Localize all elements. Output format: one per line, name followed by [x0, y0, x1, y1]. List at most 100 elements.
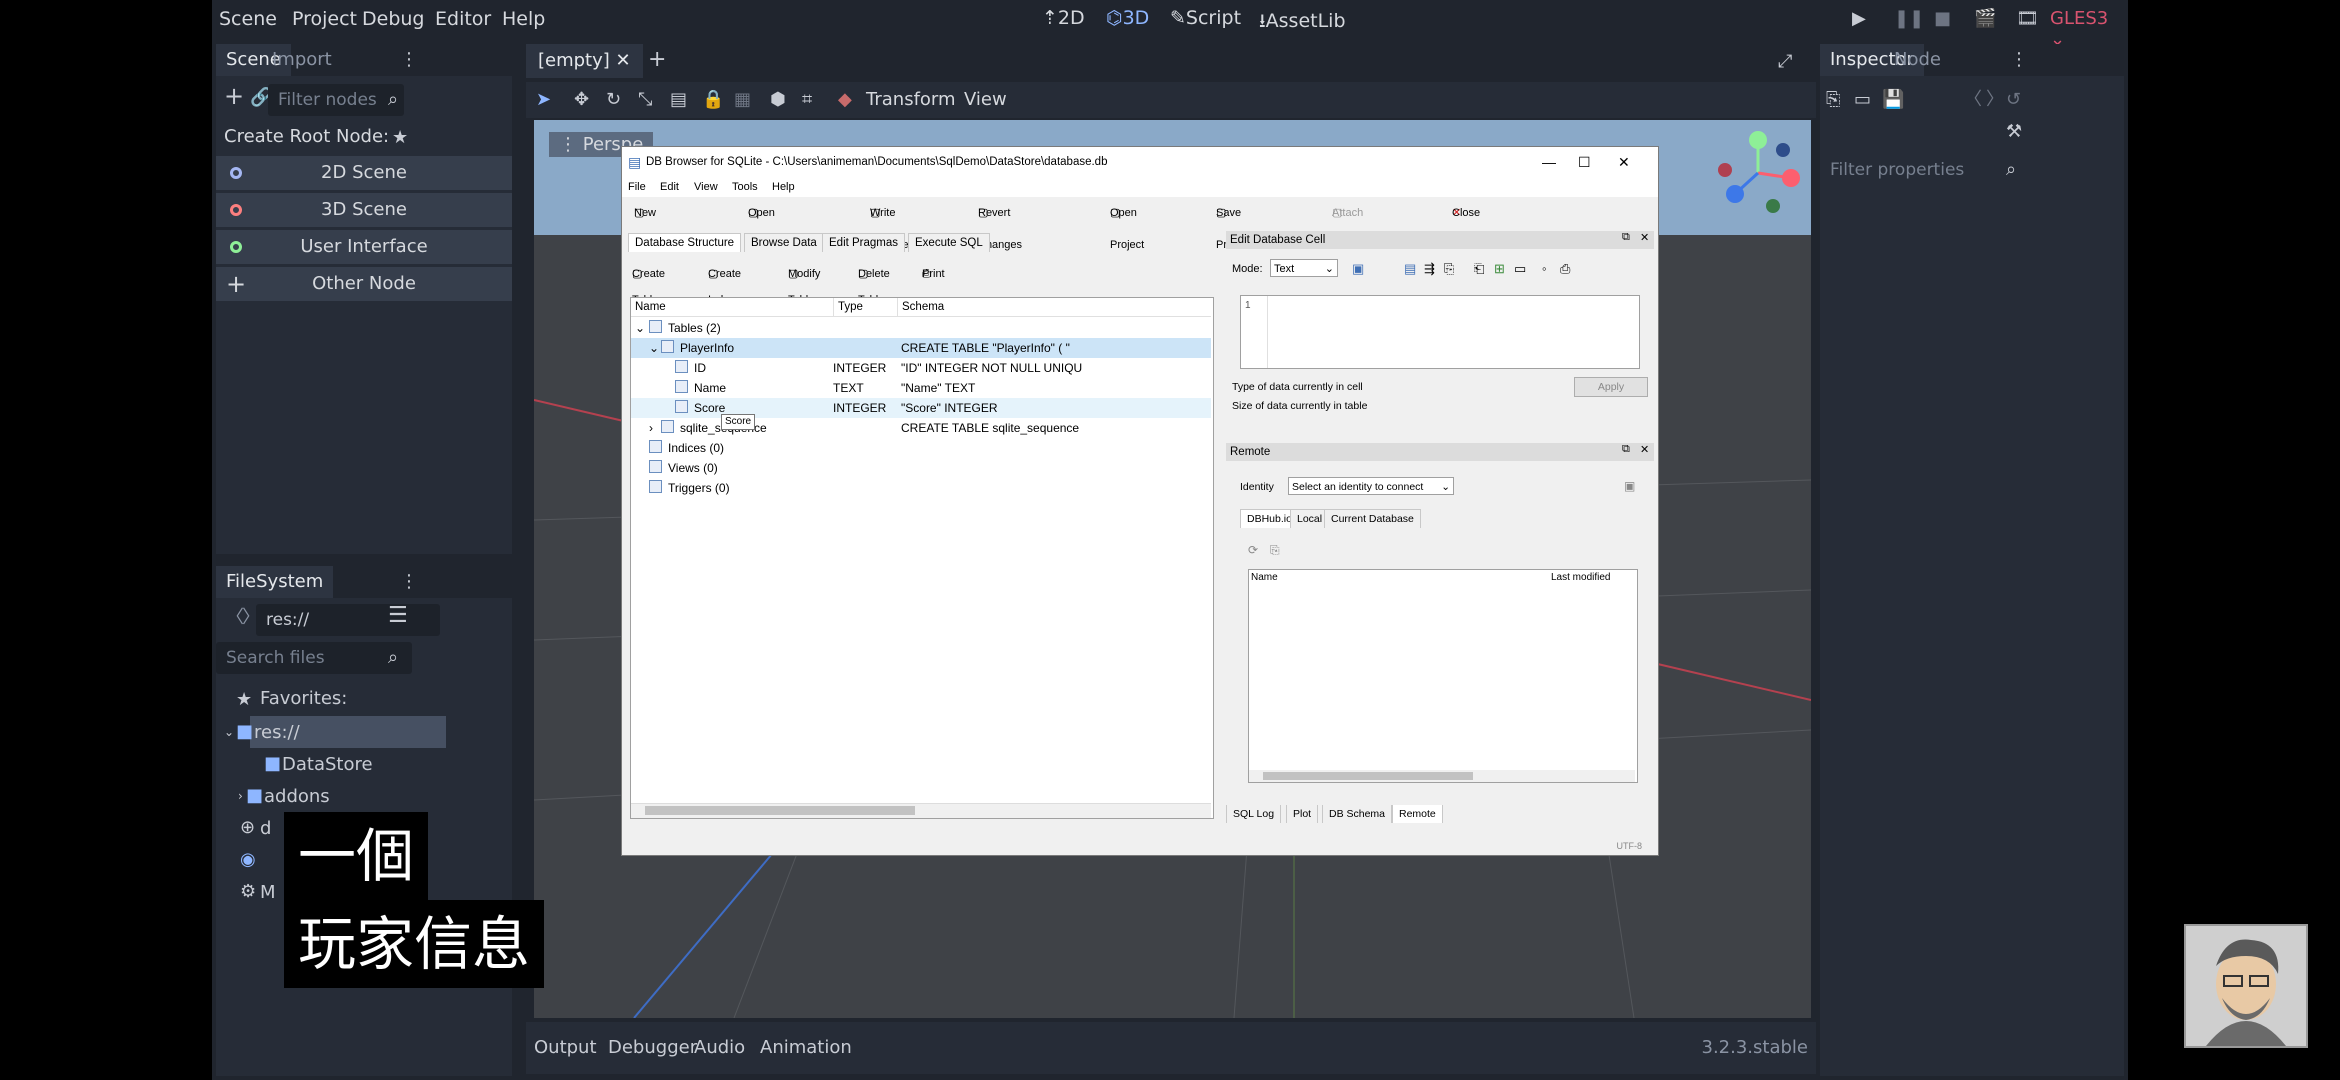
- null-icon[interactable]: ⊞: [1494, 261, 1505, 277]
- export-icon[interactable]: ⎗: [1474, 261, 1484, 277]
- tab-current-database[interactable]: Current Database: [1324, 509, 1421, 528]
- tab-remote[interactable]: Remote: [1392, 805, 1443, 823]
- pause-icon[interactable]: ❚❚: [1894, 9, 1924, 29]
- undock-icon[interactable]: ⧉: [1622, 443, 1630, 456]
- tree-row-id[interactable]: ID INTEGER "ID" INTEGER NOT NULL UNIQU: [631, 358, 1211, 378]
- save-icon[interactable]: 💾: [1882, 90, 1904, 110]
- chevron-down-icon[interactable]: ⌄: [224, 722, 234, 742]
- col-name[interactable]: Name: [635, 298, 666, 316]
- identity-select[interactable]: Select an identity to connect ⌄: [1288, 477, 1454, 495]
- close-icon[interactable]: ✕: [1618, 147, 1630, 177]
- select-tool-icon[interactable]: ➤: [536, 90, 551, 110]
- close-icon[interactable]: ✕: [1640, 231, 1649, 244]
- col-type[interactable]: Type: [833, 298, 863, 316]
- tab-sql-log[interactable]: SQL Log: [1226, 805, 1282, 823]
- maximize-icon[interactable]: ☐: [1578, 147, 1591, 177]
- col-schema[interactable]: Schema: [897, 298, 944, 316]
- file-item-datastore[interactable]: DataStore: [282, 754, 373, 775]
- tab-filesystem[interactable]: FileSystem: [216, 566, 334, 598]
- local-space-icon[interactable]: ⬢: [770, 90, 786, 110]
- mode-assetlib-button[interactable]: ⭳AssetLib: [1259, 7, 1346, 39]
- file-item-res[interactable]: res://: [254, 722, 300, 743]
- collapse-icon[interactable]: ⌄: [635, 318, 645, 338]
- db-menu-file[interactable]: File: [628, 177, 646, 197]
- tree-row-views[interactable]: Views (0): [631, 458, 1211, 478]
- collapse-icon[interactable]: ⌄: [649, 338, 659, 358]
- tree-row-playerinfo[interactable]: ⌄ PlayerInfo CREATE TABLE "PlayerInfo" (…: [631, 338, 1211, 358]
- file-item-d[interactable]: d: [260, 818, 271, 839]
- history-back-icon[interactable]: 〈: [1964, 90, 1982, 110]
- remote-col-last-modified[interactable]: Last modified: [1551, 572, 1610, 583]
- close-icon[interactable]: ✕: [1640, 443, 1649, 456]
- kebab-menu-icon[interactable]: ⋮: [400, 572, 418, 592]
- menu-editor[interactable]: Editor: [435, 8, 491, 30]
- list-select-icon[interactable]: ▤: [670, 90, 687, 110]
- cell-editor[interactable]: 1: [1240, 295, 1640, 369]
- mode-select[interactable]: Text ⌄: [1270, 259, 1338, 277]
- tree-row-triggers[interactable]: Triggers (0): [631, 478, 1211, 498]
- history-forward-icon[interactable]: 〉: [1986, 90, 2004, 110]
- view-gizmo[interactable]: [1713, 128, 1803, 218]
- open-folder-icon[interactable]: ▭: [1854, 90, 1871, 110]
- word-wrap-icon[interactable]: ⇶: [1424, 261, 1435, 277]
- play-custom-scene-icon[interactable]: 🎞: [2016, 9, 2039, 29]
- chevron-right-icon[interactable]: ›: [238, 786, 243, 806]
- clone-icon[interactable]: ⎘: [1270, 543, 1280, 558]
- history-icon[interactable]: ↺: [2006, 90, 2021, 110]
- tab-browse-data[interactable]: Browse Data: [744, 233, 824, 252]
- tab-import[interactable]: Import: [262, 44, 342, 76]
- horizontal-scrollbar[interactable]: [631, 803, 1211, 818]
- remote-scrollbar[interactable]: [1249, 770, 1635, 782]
- play-icon[interactable]: ▶: [1852, 9, 1866, 29]
- scale-tool-icon[interactable]: ⤡: [638, 90, 652, 110]
- auto-format-icon[interactable]: ▣: [1352, 261, 1364, 277]
- tree-row-score[interactable]: Score INTEGER "Score" INTEGER: [631, 398, 1211, 418]
- tree-row-sqlite-sequence[interactable]: › sqlite_sequence CREATE TABLE sqlite_se…: [631, 418, 1211, 438]
- minimize-icon[interactable]: —: [1542, 147, 1556, 177]
- menu-help[interactable]: Help: [502, 8, 545, 30]
- db-menu-tools[interactable]: Tools: [732, 177, 758, 197]
- tree-row-indices[interactable]: Indices (0): [631, 438, 1211, 458]
- chevron-right-icon[interactable]: ›: [649, 418, 653, 438]
- snap-icon[interactable]: ⌗: [802, 90, 812, 110]
- clear-icon[interactable]: ◦: [1542, 261, 1547, 276]
- scrollbar-thumb[interactable]: [645, 806, 915, 815]
- print-icon[interactable]: ⎙: [1560, 261, 1570, 277]
- db-menu-edit[interactable]: Edit: [660, 177, 679, 197]
- file-item-m[interactable]: M: [260, 882, 276, 903]
- filter-properties-input[interactable]: Filter properties: [1820, 154, 2026, 186]
- db-menu-view[interactable]: View: [694, 177, 718, 197]
- search-files-input[interactable]: Search files: [216, 642, 412, 674]
- import-icon[interactable]: ⎘: [1444, 261, 1454, 277]
- tab-output[interactable]: Output: [534, 1037, 597, 1058]
- lock-icon[interactable]: 🔒: [702, 90, 724, 110]
- remote-file-list[interactable]: Name Last modified: [1248, 569, 1638, 783]
- tab-node[interactable]: Node: [1884, 44, 1951, 76]
- create-3d-scene-button[interactable]: 3D Scene: [216, 193, 512, 227]
- db-menu-help[interactable]: Help: [772, 177, 795, 197]
- create-user-interface-button[interactable]: User Interface: [216, 230, 512, 264]
- list-view-icon[interactable]: ☰: [388, 605, 408, 627]
- mode-script-button[interactable]: ✎Script: [1170, 7, 1241, 29]
- view-menu[interactable]: View: [964, 89, 1007, 110]
- menu-scene[interactable]: Scene: [219, 8, 277, 30]
- add-node-icon[interactable]: +: [224, 84, 244, 108]
- mode-2d-button[interactable]: ⇡2D: [1042, 7, 1085, 29]
- image-icon[interactable]: ▭: [1514, 261, 1526, 277]
- mode-3d-button[interactable]: ⌬3D: [1106, 7, 1149, 29]
- text-mode-icon[interactable]: ▤: [1404, 261, 1416, 277]
- tree-row-name[interactable]: Name TEXT "Name" TEXT: [631, 378, 1211, 398]
- tab-animation[interactable]: Animation: [760, 1037, 852, 1058]
- group-icon[interactable]: ▦: [734, 90, 751, 110]
- apply-button[interactable]: Apply: [1574, 377, 1648, 397]
- camera-icon[interactable]: ◆: [838, 90, 852, 110]
- favorite-star-icon[interactable]: ★: [392, 128, 408, 148]
- tab-scene-empty[interactable]: [empty] ✕: [526, 44, 643, 78]
- tree-row-tables[interactable]: ⌄ Tables (2): [631, 318, 1211, 338]
- tab-db-schema[interactable]: DB Schema: [1322, 805, 1393, 823]
- menu-project[interactable]: Project: [292, 8, 357, 30]
- file-item-addons[interactable]: addons: [264, 786, 330, 807]
- kebab-menu-icon[interactable]: ⋮: [400, 50, 418, 70]
- schema-tree[interactable]: Name Type Schema ⌄ Tables (2) ⌄ PlayerIn…: [630, 297, 1214, 819]
- tab-execute-sql[interactable]: Execute SQL: [908, 233, 990, 252]
